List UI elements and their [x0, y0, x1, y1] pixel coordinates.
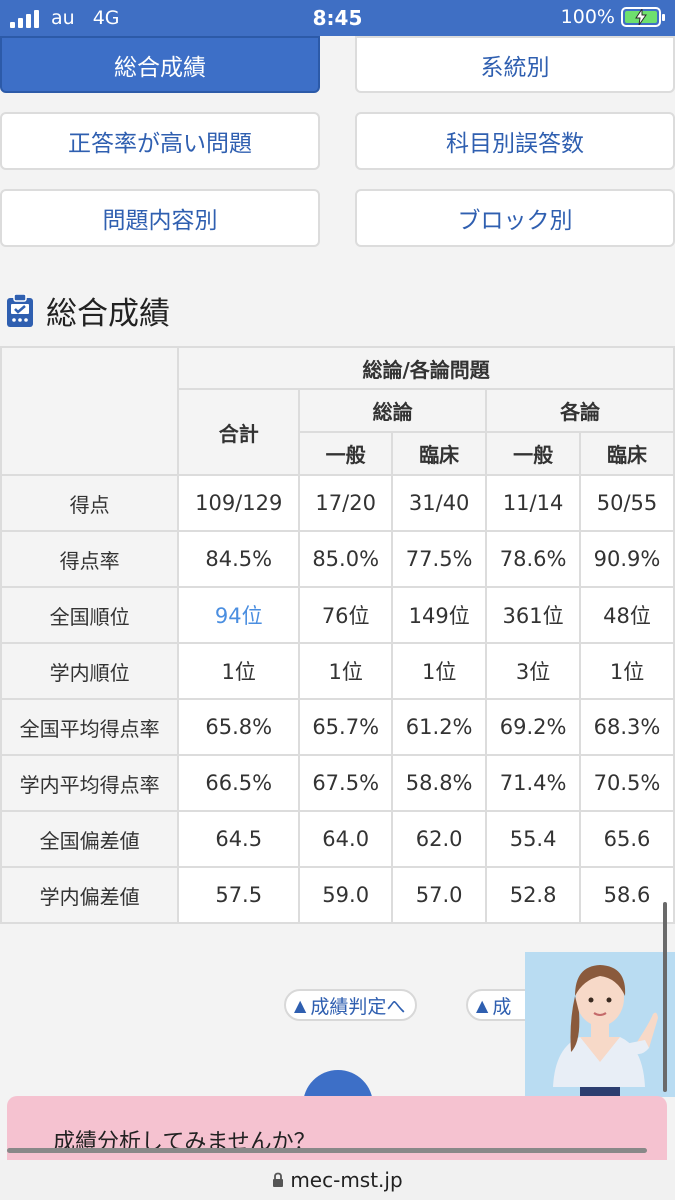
row-label: 学内偏差値 [0, 866, 180, 924]
table-cell: 84.5% [177, 530, 301, 588]
battery-icon [621, 7, 665, 27]
table-cell: 68.3% [579, 698, 675, 756]
table-cell: 11/14 [485, 474, 582, 532]
table-cell: 52.8 [485, 866, 582, 924]
table-row: 学内平均得点率 66.5% 67.5% 58.8% 71.4% 70.5% [0, 754, 675, 812]
group-header: 総論/各論問題 [177, 346, 675, 390]
table-row: 得点 109/129 17/20 31/40 11/14 50/55 [0, 474, 675, 532]
scrollbar[interactable] [663, 902, 667, 1092]
table-cell: 77.5% [391, 530, 488, 588]
lock-icon [273, 1172, 284, 1187]
nav-button-overall[interactable]: 総合成績 [0, 36, 320, 93]
score-table: 総論/各論問題 合計 総論 各論 一般 臨床 一般 臨床 得点 109/129 17… [0, 346, 675, 924]
specific-header: 各論 [485, 388, 675, 433]
chevron-up-icon: ▲ [476, 995, 489, 1015]
nav-button-system[interactable]: 系統別 [355, 36, 675, 93]
assistant-character-image[interactable] [525, 952, 675, 1097]
row-label: 全国偏差値 [0, 810, 180, 868]
table-cell: 1位 [579, 642, 675, 700]
nav-button-block[interactable]: ブロック別 [355, 189, 675, 247]
row-label: 学内順位 [0, 642, 180, 700]
row-label: 学内平均得点率 [0, 754, 180, 812]
table-corner [0, 346, 180, 476]
table-cell: 59.0 [298, 866, 394, 924]
table-cell: 67.5% [298, 754, 394, 812]
table-cell: 55.4 [485, 810, 582, 868]
table-cell: 149位 [391, 586, 488, 644]
table-cell: 85.0% [298, 530, 394, 588]
table-row: 得点率 84.5% 85.0% 77.5% 78.6% 90.9% [0, 530, 675, 588]
banner-divider [7, 1148, 647, 1153]
clipboard-icon [7, 293, 33, 327]
table-cell: 90.9% [579, 530, 675, 588]
table-cell: 48位 [579, 586, 675, 644]
table-cell: 1位 [298, 642, 394, 700]
table-cell: 66.5% [177, 754, 301, 812]
general-header: 総論 [298, 388, 488, 433]
table-cell: 57.0 [391, 866, 488, 924]
table-row: 学内順位 1位 1位 1位 3位 1位 [0, 642, 675, 700]
national-rank-link[interactable]: 94位 [177, 586, 301, 644]
sub-header-clinical: 臨床 [391, 431, 488, 476]
url-domain: mec-mst.jp [290, 1168, 403, 1192]
table-cell: 361位 [485, 586, 582, 644]
table-cell: 70.5% [579, 754, 675, 812]
table-cell: 109/129 [177, 474, 301, 532]
table-cell: 76位 [298, 586, 394, 644]
table-cell: 50/55 [579, 474, 675, 532]
table-cell: 65.7% [298, 698, 394, 756]
table-cell: 1位 [391, 642, 488, 700]
row-label: 全国順位 [0, 586, 180, 644]
row-label: 全国平均得点率 [0, 698, 180, 756]
table-row: 学内偏差値 57.5 59.0 57.0 52.8 58.6 [0, 866, 675, 924]
table-cell: 58.6 [579, 866, 675, 924]
table-cell: 64.5 [177, 810, 301, 868]
table-cell: 17/20 [298, 474, 394, 532]
table-cell: 61.2% [391, 698, 488, 756]
nav-button-subject-errors[interactable]: 科目別誤答数 [355, 112, 675, 170]
table-cell: 31/40 [391, 474, 488, 532]
total-header: 合計 [177, 388, 301, 476]
table-cell: 69.2% [485, 698, 582, 756]
table-cell: 1位 [177, 642, 301, 700]
second-link-label: 成 [492, 995, 512, 1018]
table-cell: 65.8% [177, 698, 301, 756]
table-row: 全国平均得点率 65.8% 65.7% 61.2% 69.2% 68.3% [0, 698, 675, 756]
table-row: 全国偏差値 64.5 64.0 62.0 55.4 65.6 [0, 810, 675, 868]
sub-header-general: 一般 [298, 431, 394, 476]
table-cell: 65.6 [579, 810, 675, 868]
grade-judgement-link[interactable]: ▲ 成績判定へ [284, 989, 418, 1021]
status-bar: au 4G 8:45 100% [0, 0, 675, 36]
table-cell: 64.0 [298, 810, 394, 868]
grade-judgement-label: 成績判定へ [310, 995, 406, 1018]
chevron-up-icon: ▲ [294, 995, 307, 1015]
table-cell: 58.8% [391, 754, 488, 812]
sub-header-clinical: 臨床 [579, 431, 675, 476]
battery-percent: 100% [560, 6, 615, 28]
table-cell: 62.0 [391, 810, 488, 868]
sub-header-general: 一般 [485, 431, 582, 476]
url-bar[interactable]: mec-mst.jp [0, 1160, 675, 1200]
table-cell: 71.4% [485, 754, 582, 812]
nav-button-content[interactable]: 問題内容別 [0, 189, 320, 247]
table-cell: 78.6% [485, 530, 582, 588]
nav-button-high-accuracy[interactable]: 正答率が高い問題 [0, 112, 320, 170]
table-cell: 57.5 [177, 866, 301, 924]
section-heading: 総合成績 [6, 288, 170, 333]
table-cell: 3位 [485, 642, 582, 700]
row-label: 得点 [0, 474, 180, 532]
section-title: 総合成績 [46, 296, 170, 332]
row-label: 得点率 [0, 530, 180, 588]
table-row: 全国順位 94位 76位 149位 361位 48位 [0, 586, 675, 644]
